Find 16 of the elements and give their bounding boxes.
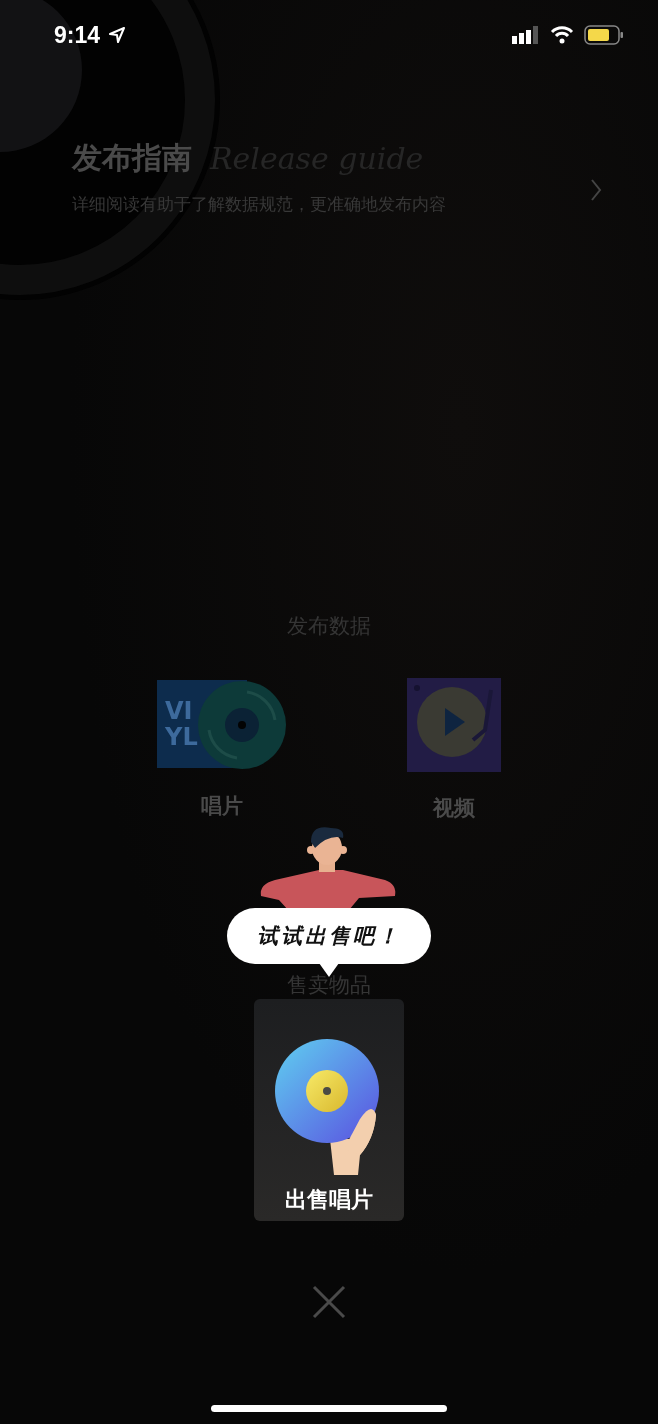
tooltip-bubble: 试试出售吧！	[227, 908, 431, 964]
cover-text: VI	[165, 697, 194, 724]
location-arrow-icon	[108, 26, 127, 44]
status-time: 9:14	[54, 21, 101, 49]
option-label[interactable]: 唱片	[201, 792, 243, 820]
wifi-icon	[550, 26, 574, 44]
guide-title: 发布指南	[72, 139, 192, 177]
turntable-play-icon	[407, 678, 501, 772]
close-button[interactable]	[312, 1285, 346, 1319]
cover-text: YL	[165, 724, 198, 751]
option-label[interactable]: 视频	[433, 794, 475, 822]
signal-icon	[512, 26, 540, 44]
vinyl-disc-icon	[197, 680, 287, 770]
chevron-right-icon[interactable]	[590, 178, 602, 202]
battery-icon	[584, 25, 624, 45]
sell-record-card[interactable]: 出售唱片	[254, 999, 404, 1221]
